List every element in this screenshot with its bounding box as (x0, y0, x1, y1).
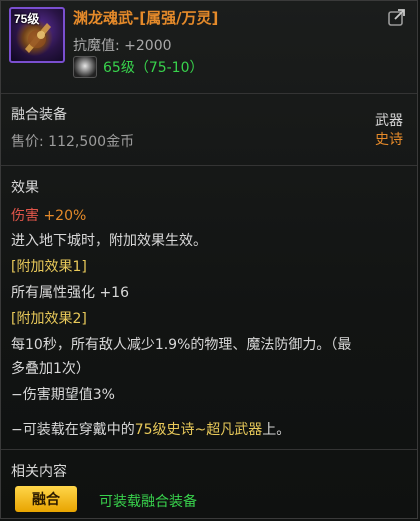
divider (1, 93, 417, 94)
divider (1, 449, 417, 450)
damage-label: 伤害 (11, 208, 39, 224)
tooltip-header: 75级 渊龙魂武-[属强/万灵] 抗魔值: +2000 65级（75-10） (1, 1, 417, 93)
item-level-badge: 75级 (14, 12, 40, 26)
extra-effect-2-line: 多叠加1次） (11, 361, 90, 377)
related-title: 相关内容 (11, 464, 67, 480)
equip-condition: −可装载在穿戴中的75级史诗~超凡武器上。 (11, 419, 290, 439)
level-text: 65级（75-10） (103, 60, 204, 76)
item-rarity: 史诗 (375, 132, 403, 148)
effects-title: 效果 (11, 180, 39, 196)
equip-suffix: 上。 (262, 422, 291, 438)
extra-effect-2-label: [附加效果2] (11, 311, 87, 327)
equip-prefix: −可装载在穿戴中的 (11, 422, 135, 438)
extra-effect-1-text: 所有属性强化 +16 (11, 285, 129, 301)
fuse-button[interactable]: 融合 (15, 486, 77, 512)
item-tooltip: 75级 渊龙魂武-[属强/万灵] 抗魔值: +2000 65级（75-10） 融… (0, 0, 418, 519)
extra-effect-2-line: −伤害期望值3% (11, 387, 115, 403)
equip-highlight: 75级史诗~超凡武器 (134, 422, 263, 438)
item-type: 武器 (375, 113, 403, 129)
fusion-title: 融合装备 (11, 107, 67, 123)
resist-value: +2000 (124, 38, 172, 54)
price-row: 售价: 112,500金币 (11, 131, 134, 151)
resist-label: 抗魔值: (73, 38, 120, 54)
item-name: 渊龙魂武-[属强/万灵] (73, 9, 219, 27)
weapon-item-icon[interactable]: 75级 (9, 7, 65, 63)
effect-line: 进入地下城时，附加效果生效。 (11, 233, 207, 249)
extra-effect-1-label: [附加效果1] (11, 259, 87, 275)
extra-effect-2-line: 每10秒，所有敌人减少1.9%的物理、魔法防御力。（最 (11, 337, 352, 353)
damage-value: +20% (43, 208, 87, 224)
price-label: 售价: (11, 134, 44, 150)
fusion-note: 可装载融合装备 (99, 494, 197, 510)
level-row: 65级（75-10） (73, 55, 204, 79)
share-icon[interactable] (387, 7, 407, 27)
divider (1, 165, 417, 166)
gem-icon (73, 56, 97, 78)
price-value: 112,500金币 (48, 134, 135, 150)
damage-row: 伤害 +20% (11, 205, 86, 225)
resist-row: 抗魔值: +2000 (73, 35, 172, 55)
